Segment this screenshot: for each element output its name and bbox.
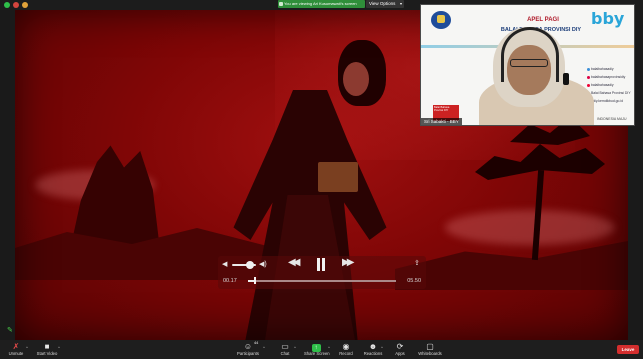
headset [501, 27, 559, 82]
rewind-icon[interactable]: ◀◀ [288, 258, 301, 268]
microphone-muted-icon: ✗ [12, 342, 20, 351]
share-screen-icon-wrap: ↑ [304, 342, 328, 352]
start-video-label: Start Video [36, 351, 58, 356]
social-handle-text: balaibahasadiy [591, 83, 614, 87]
share-options-caret[interactable]: ^ [328, 345, 330, 350]
share-screen-label: Share Screen [304, 351, 330, 356]
window-controls [4, 2, 28, 8]
smiley-plus-icon: ☻ [368, 342, 378, 351]
twitter-icon [587, 67, 590, 71]
view-options-button[interactable]: View Options ▾ [366, 0, 404, 8]
unmute-label: Unmute [8, 351, 24, 356]
chat-button[interactable]: ▭ Chat [278, 342, 292, 357]
whiteboards-button[interactable]: ▢ Whiteboards [417, 342, 443, 357]
view-options-label: View Options [369, 1, 396, 6]
volume-slider-knob[interactable] [246, 261, 254, 269]
leave-button[interactable]: Leave [617, 345, 639, 354]
participant-name-label: Sri Sabakti - BBY [421, 118, 462, 125]
close-window-button[interactable] [13, 2, 19, 8]
volume-low-icon[interactable]: ◀ [222, 261, 227, 269]
youtube-icon [587, 83, 590, 87]
video-player-controls: ◀ ◀) ◀◀ ▶▶ ⇪ 00.17 05.50 [218, 256, 426, 289]
share-icon[interactable]: ⇪ [414, 260, 420, 268]
indonesia-maju-mark: INDONESIA MAJU [597, 117, 627, 121]
apps-button[interactable]: ⟳ Apps [393, 342, 407, 357]
social-handle: balaibahasadiy [587, 83, 614, 87]
volume-high-icon[interactable]: ◀) [259, 261, 267, 269]
tut-wuri-logo-icon [431, 11, 451, 29]
screen-share-icon [279, 2, 283, 6]
bby-logo: bby [591, 9, 624, 28]
participants-label: Participants [237, 351, 259, 356]
progress-bar[interactable] [248, 277, 396, 284]
headset-mic [563, 73, 569, 85]
chevron-down-icon: ▾ [399, 1, 402, 6]
name-plaque-text: Balai Bahasa Provinsi DIY [434, 106, 450, 112]
leave-label: Leave [621, 347, 635, 352]
record-icon: ◉ [342, 342, 350, 351]
meeting-toolbar: ✗ Unmute ^ ■ Start Video ^ ☺ Participant… [0, 340, 643, 359]
record-label: Record [339, 351, 353, 356]
video-camera-off-icon: ■ [44, 342, 50, 351]
pause-button[interactable] [317, 258, 326, 271]
minimize-window-button[interactable] [22, 2, 28, 8]
chat-options-caret[interactable]: ^ [294, 345, 296, 350]
annotate-pen-icon[interactable]: ✎ [7, 327, 14, 334]
viewing-screen-text: You are viewing Ari Kusumawati's screen [284, 1, 357, 6]
chat-label: Chat [280, 351, 290, 356]
start-video-button[interactable]: ■ Start Video [35, 342, 59, 357]
whiteboard-icon: ▢ [426, 342, 434, 351]
reactions-options-caret[interactable]: ^ [381, 345, 383, 350]
participant-video-tile[interactable]: APEL PAGI BALAI BAHASA PROVINSI DIY bby … [420, 4, 635, 126]
background-title: APEL PAGI [527, 17, 559, 23]
chat-bubble-icon: ▭ [281, 342, 289, 351]
unmute-button[interactable]: ✗ Unmute [6, 342, 26, 357]
whiteboards-label: Whiteboards [418, 351, 442, 356]
bby-logo-text: bby [591, 9, 625, 28]
social-handle-text: Balai Bahasa Provinsi DIY [591, 91, 631, 95]
fast-forward-icon[interactable]: ▶▶ [342, 258, 355, 268]
participants-count: 44 [254, 341, 259, 345]
apps-label: Apps [395, 351, 405, 356]
pause-icon-bar [322, 258, 325, 271]
time-total: 05.50 [407, 278, 421, 284]
time-elapsed: 00.17 [223, 278, 237, 284]
video-options-caret[interactable]: ^ [58, 345, 60, 350]
record-button[interactable]: ◉ Record [338, 342, 354, 357]
audio-options-caret[interactable]: ^ [26, 345, 28, 350]
participants-options-caret[interactable]: ^ [263, 345, 265, 350]
reactions-label: Reactions [363, 351, 383, 356]
instagram-icon [587, 75, 590, 79]
zoom-shield-icon[interactable] [4, 2, 10, 8]
reactions-button[interactable]: ☻ Reactions [363, 342, 383, 357]
pause-icon [317, 258, 320, 271]
viewing-screen-banner: You are viewing Ari Kusumawati's screen [278, 0, 365, 8]
social-handle-text: balaibahasaprovinsidiy [591, 75, 626, 79]
social-handle: Balai Bahasa Provinsi DIY [587, 91, 631, 95]
social-handle-text: balaibahasadiy [591, 67, 614, 71]
progress-scrubber[interactable] [254, 277, 257, 284]
apps-grid-icon: ⟳ [396, 342, 404, 351]
social-handle: balaibahasadiy [587, 67, 614, 71]
social-handle: balaibahasaprovinsidiy [587, 75, 625, 79]
share-screen-button[interactable]: ↑ Share Screen [304, 342, 330, 357]
